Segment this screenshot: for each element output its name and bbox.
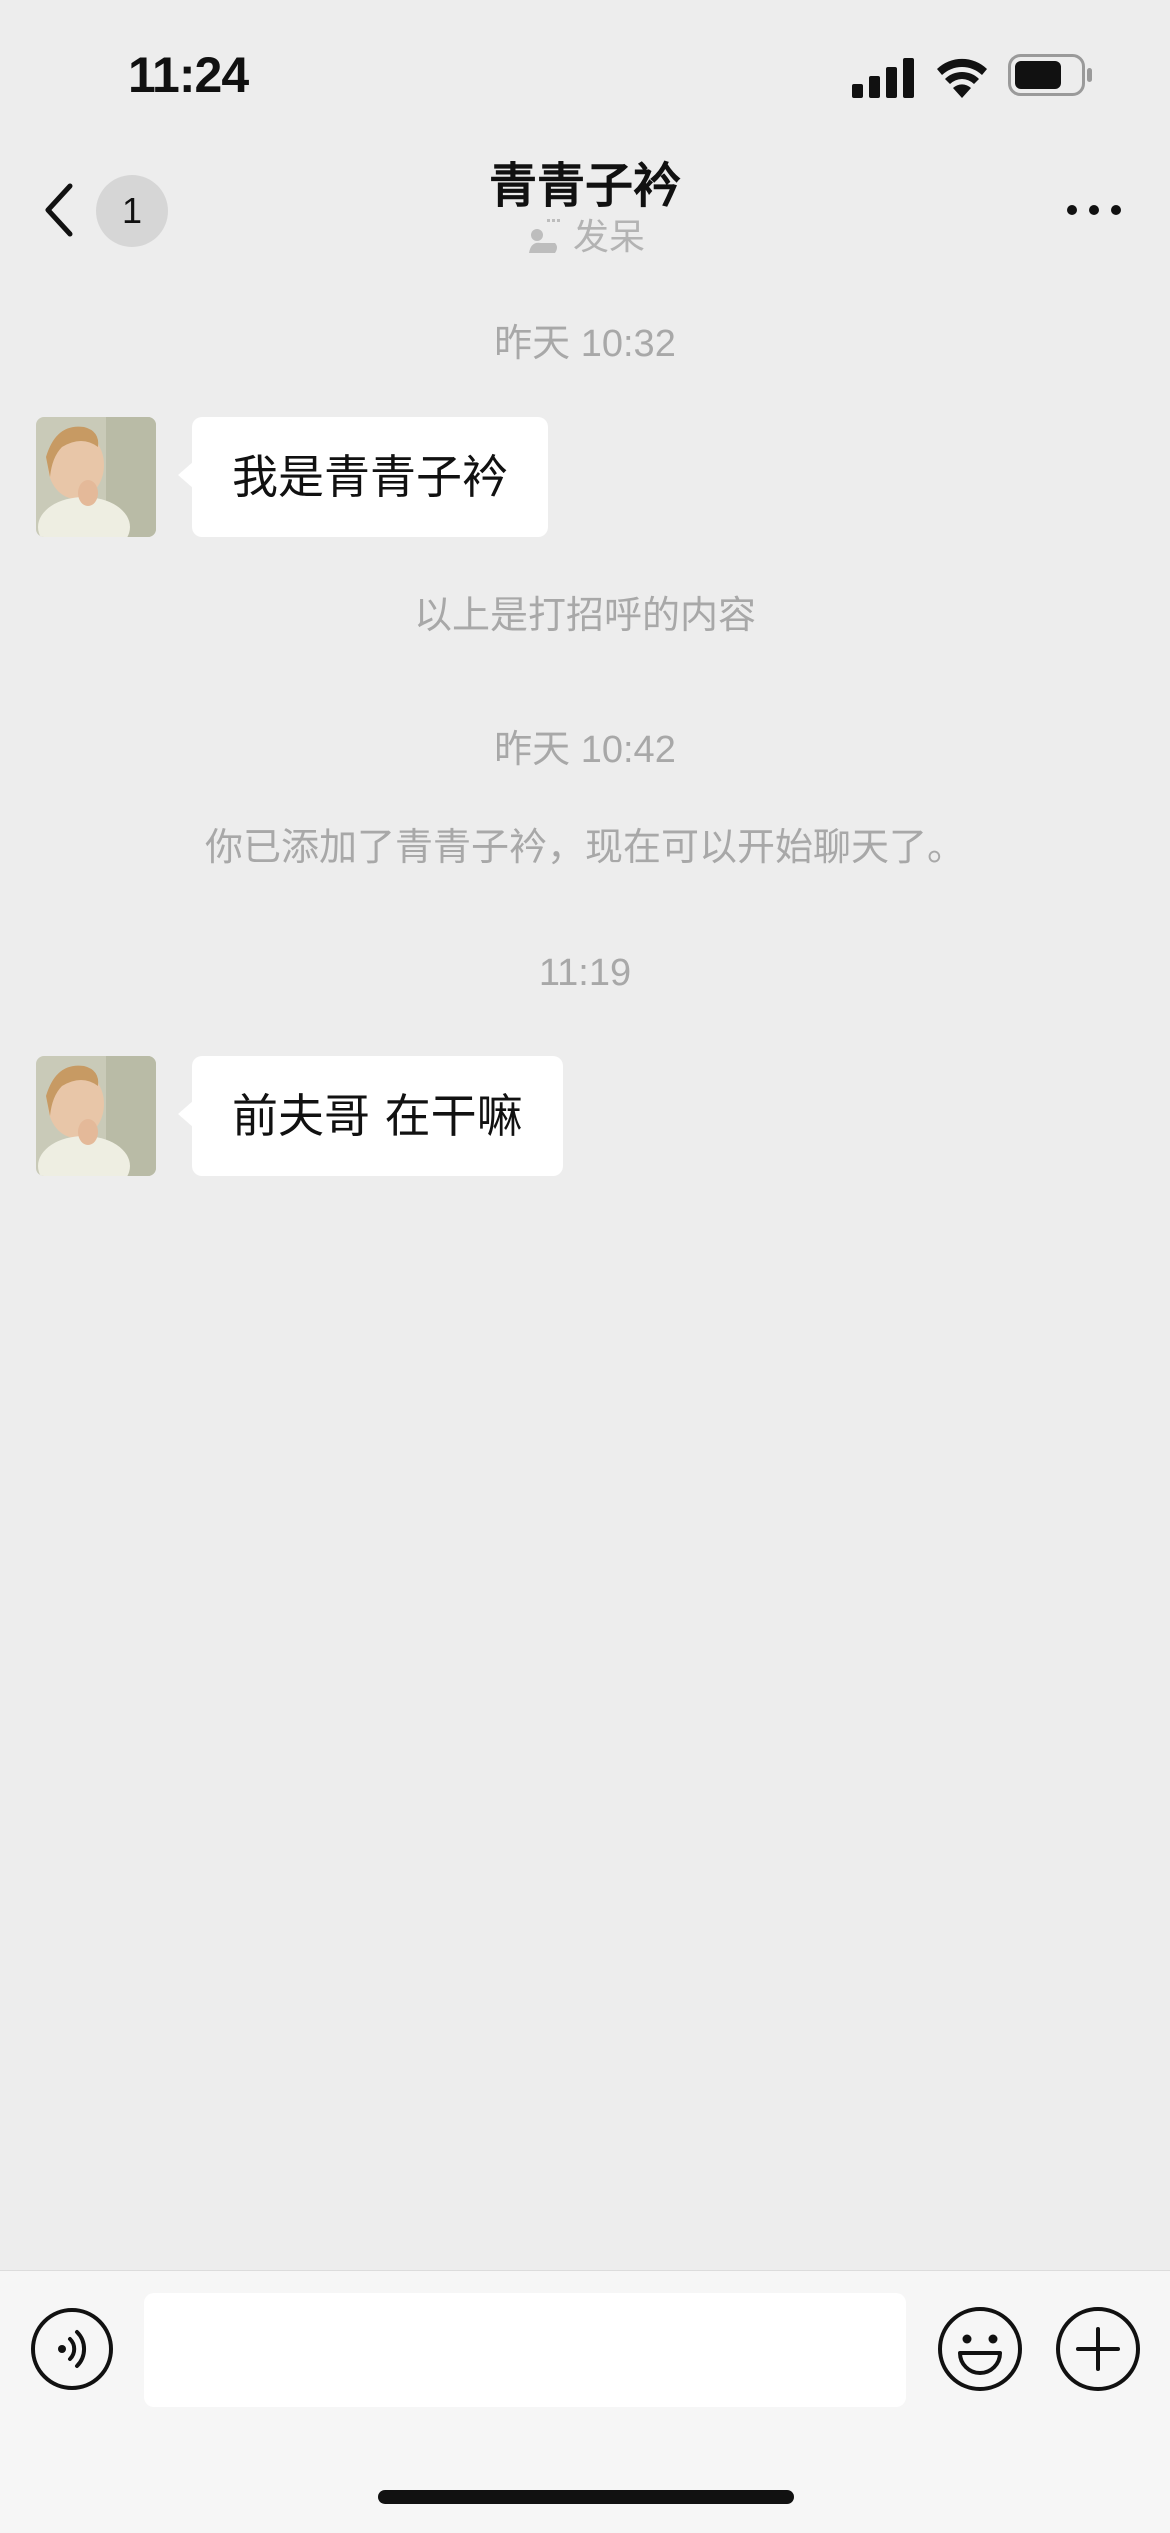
emoji-icon[interactable] <box>936 2305 1024 2393</box>
contact-status-text: 发呆 <box>572 217 645 258</box>
home-indicator <box>378 2490 794 2504</box>
message-input[interactable] <box>144 2293 906 2407</box>
message-row: 前夫哥 在干嘛 <box>36 1056 1136 1176</box>
battery-icon <box>1008 54 1092 96</box>
signal-icon <box>852 58 914 98</box>
contact-avatar[interactable] <box>36 1056 156 1176</box>
message-bubble[interactable]: 前夫哥 在干嘛 <box>178 1056 563 1176</box>
plus-icon[interactable] <box>1054 2305 1142 2393</box>
system-message: 以上是打招呼的内容 <box>413 593 756 637</box>
contact-avatar[interactable] <box>36 417 156 537</box>
message-timestamp: 11:19 <box>538 952 632 994</box>
message-timestamp: 昨天 10:42 <box>494 729 676 771</box>
message-bubble[interactable]: 我是青青子衿 <box>178 417 548 537</box>
more-dots-icon[interactable] <box>1064 190 1124 230</box>
voice-icon[interactable] <box>30 2307 114 2391</box>
chat-title: 青青子衿 <box>488 158 681 214</box>
message-row: 我是青青子衿 <box>36 417 1136 537</box>
status-idle-icon <box>528 219 560 253</box>
status-bar: 11:24 <box>0 0 1170 150</box>
contact-status: 发呆 <box>0 214 1170 262</box>
nav-bar: 1 青青子衿 发呆 <box>0 150 1170 270</box>
status-time: 11:24 <box>128 47 249 103</box>
message-timestamp: 昨天 10:32 <box>494 323 676 365</box>
system-message: 你已添加了青青子衿，现在可以开始聊天了。 <box>204 825 965 869</box>
wifi-icon <box>937 58 987 98</box>
